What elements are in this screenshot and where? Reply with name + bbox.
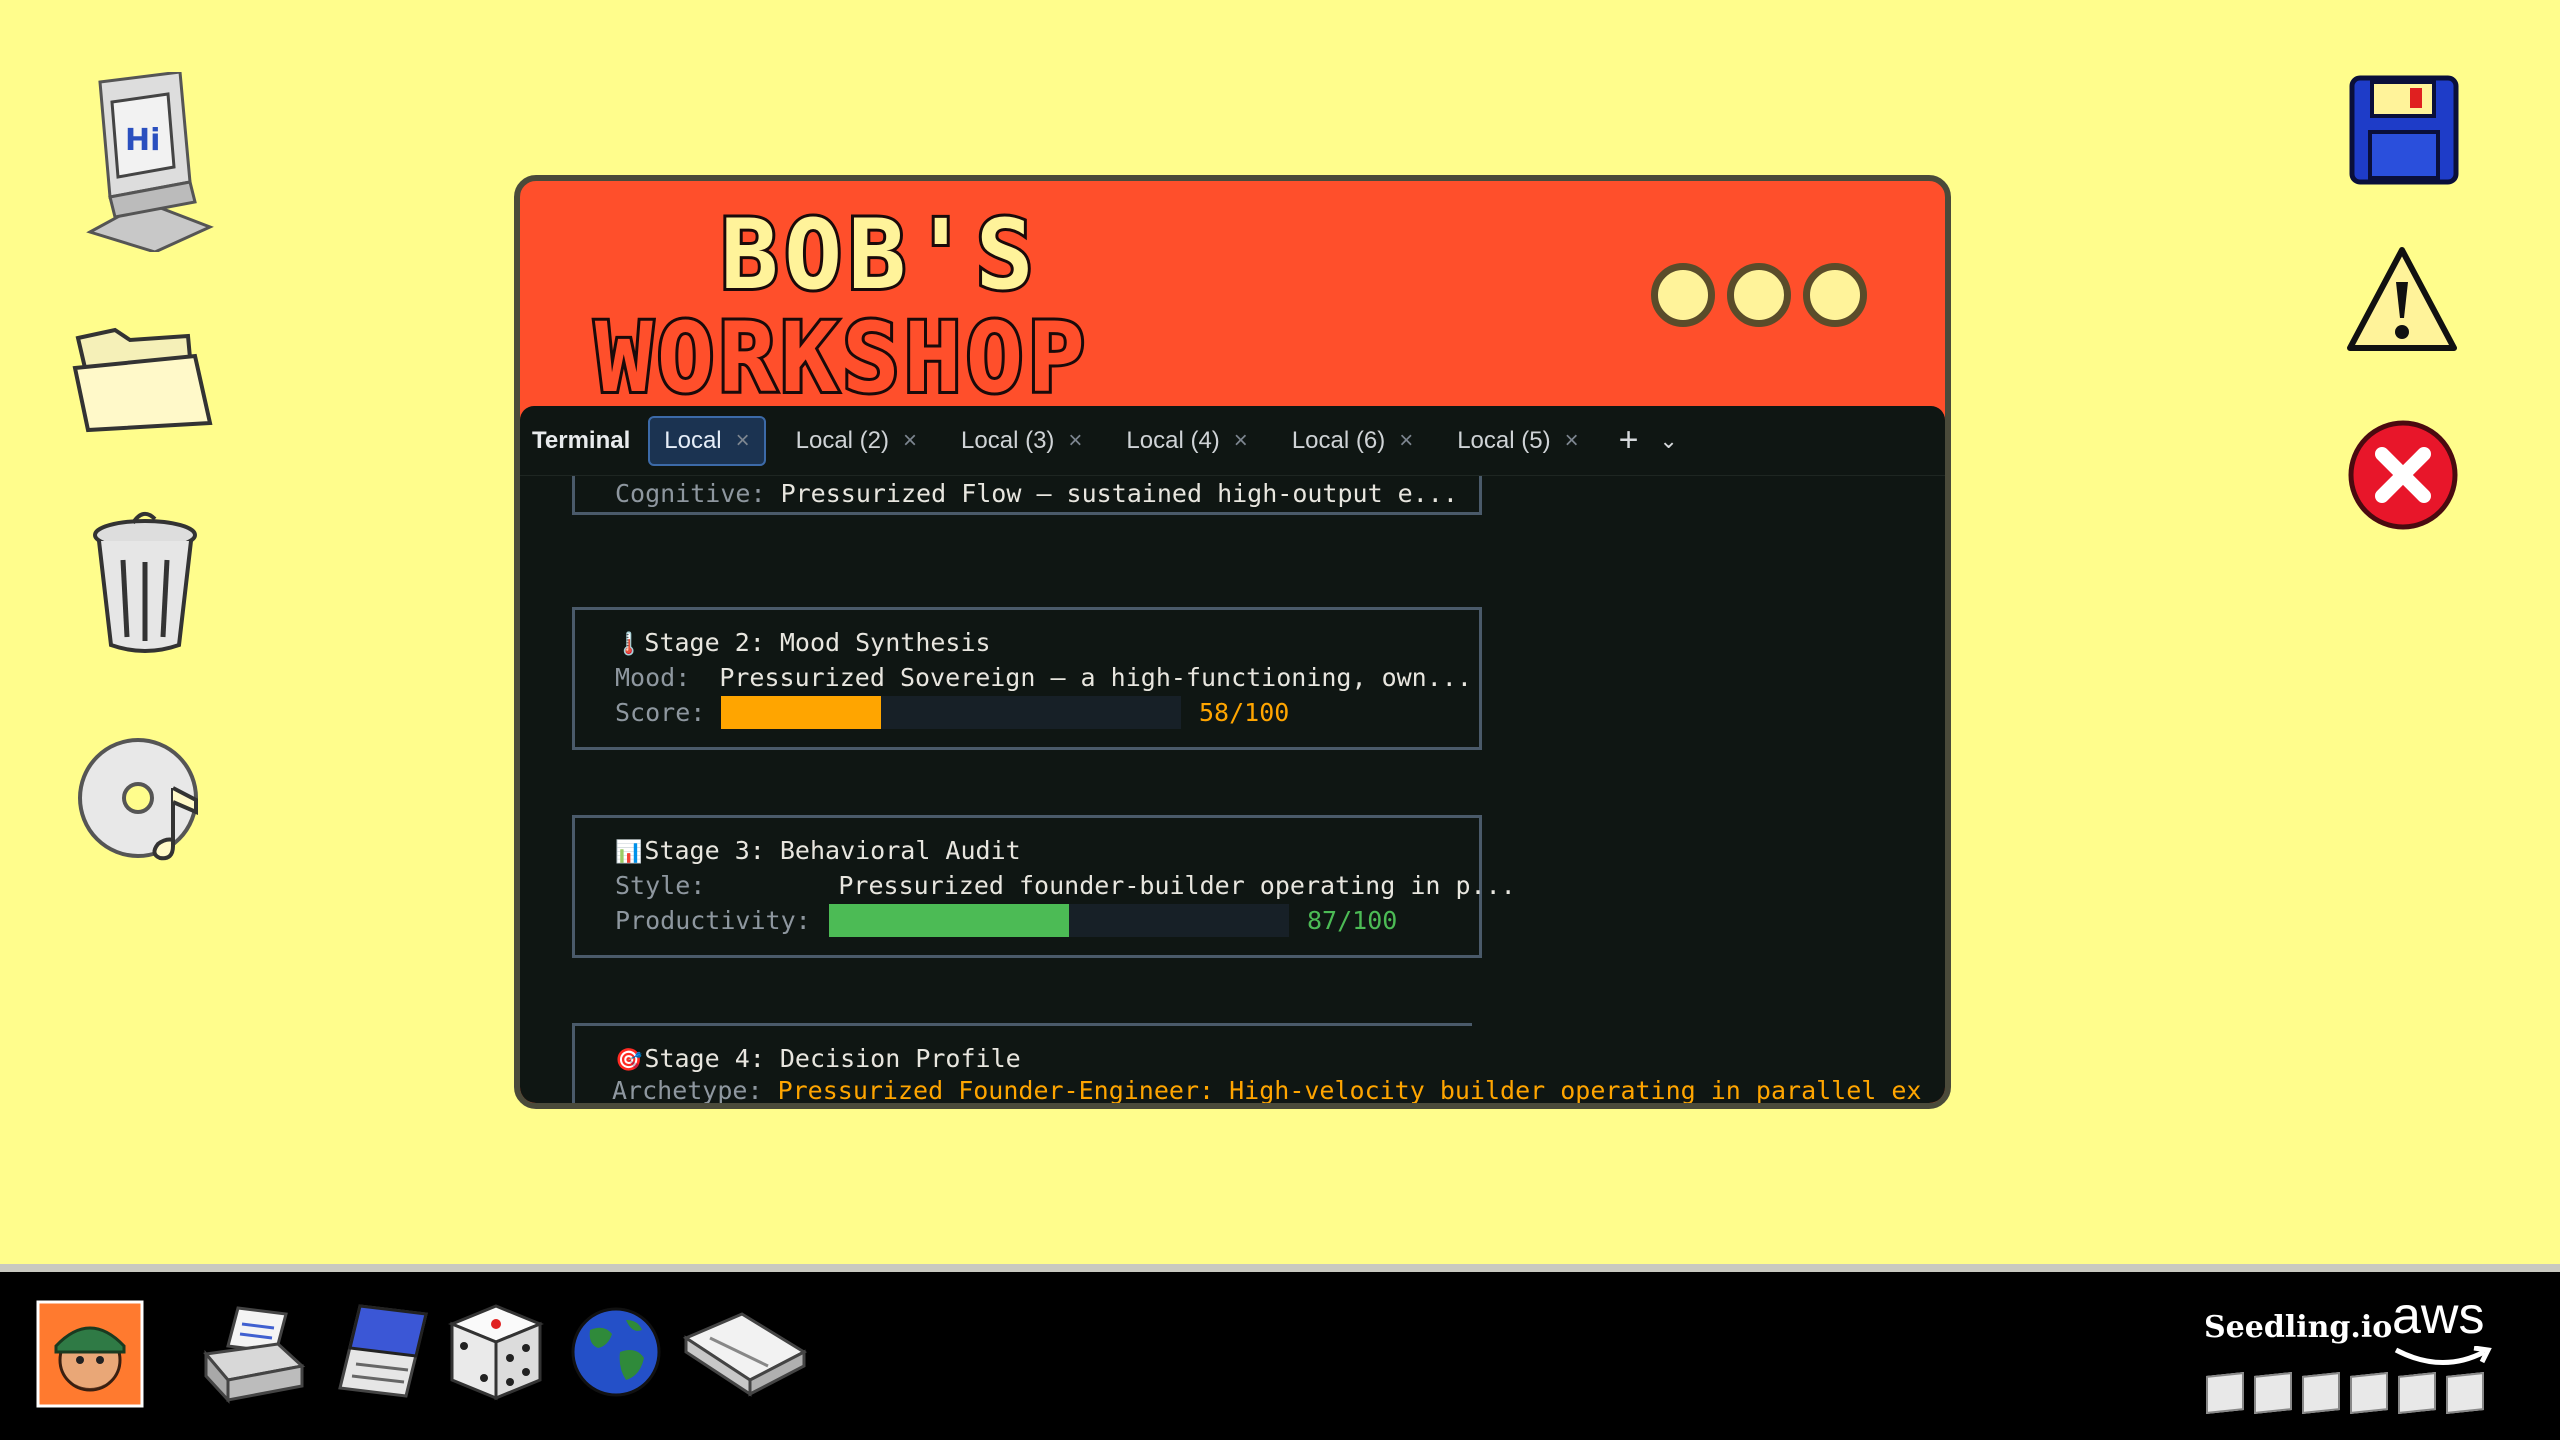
score-bar bbox=[721, 696, 1181, 729]
chevron-down-icon[interactable]: ⌄ bbox=[1649, 421, 1689, 461]
productivity-bar bbox=[829, 904, 1289, 937]
style-label: Style: bbox=[615, 871, 706, 900]
terminal-output: Cognitive: Pressurized Flow — sustained … bbox=[520, 476, 1945, 1105]
stage-3-title: 📊Stage 3: Behavioral Audit bbox=[615, 836, 1021, 865]
aws-logo-text: aws bbox=[2392, 1287, 2485, 1345]
tab-label: Local bbox=[664, 426, 722, 454]
window-controls bbox=[1651, 263, 1867, 327]
tab-label: Local (3) bbox=[961, 426, 1055, 454]
stage-3-title-text: Stage 3: Behavioral Audit bbox=[644, 836, 1021, 865]
window-button-3[interactable] bbox=[1803, 263, 1867, 327]
tab-label: Local (2) bbox=[795, 426, 890, 454]
error-icon[interactable] bbox=[2346, 418, 2460, 532]
cognitive-line: Cognitive: Pressurized Flow — sustained … bbox=[615, 479, 1458, 508]
mood-line: Mood: Pressurized Sovereign — a high-fun… bbox=[615, 663, 1472, 692]
productivity-bar-fill bbox=[829, 904, 1070, 937]
warning-icon[interactable] bbox=[2346, 244, 2458, 356]
stage-2-card: 🌡️Stage 2: Mood Synthesis Mood: Pressuri… bbox=[572, 607, 1482, 750]
document-icon[interactable] bbox=[2398, 1372, 2436, 1414]
tab-local-5[interactable]: Local (5) × bbox=[1443, 416, 1592, 466]
computer-icon[interactable]: Hi bbox=[70, 72, 220, 252]
stage-1-card: Cognitive: Pressurized Flow — sustained … bbox=[572, 476, 1482, 515]
terminal-panel: Terminal Local × Local (2) × Local (3) ×… bbox=[520, 406, 1945, 1105]
close-icon[interactable]: × bbox=[1234, 427, 1248, 455]
archetype-label: Archetype: bbox=[612, 1076, 763, 1105]
cd-music-icon[interactable] bbox=[78, 728, 213, 868]
floppy-disk-icon[interactable] bbox=[2348, 74, 2460, 186]
style-value: Pressurized founder-builder operating in… bbox=[838, 871, 1516, 900]
dice-icon[interactable] bbox=[448, 1302, 544, 1402]
aws-smile-icon bbox=[2394, 1346, 2492, 1365]
target-icon: 🎯 bbox=[615, 1048, 643, 1073]
productivity-value: 87/100 bbox=[1307, 906, 1398, 935]
document-icon[interactable] bbox=[2446, 1372, 2484, 1414]
window-title-line2: WORKSHOP bbox=[595, 302, 1089, 403]
folder-icon[interactable] bbox=[70, 318, 220, 433]
productivity-line: Productivity: bbox=[615, 906, 811, 935]
cognitive-label: Cognitive: bbox=[615, 479, 766, 508]
stage-3-card: 📊Stage 3: Behavioral Audit Style: Pressu… bbox=[572, 815, 1516, 958]
tab-label: Local (6) bbox=[1291, 426, 1386, 454]
cognitive-value: Pressurized Flow — sustained high-output… bbox=[780, 479, 1458, 508]
tab-local-2[interactable]: Local (2) × bbox=[782, 416, 931, 466]
close-icon[interactable]: × bbox=[1399, 427, 1413, 455]
window-title-art: BOB'S WORKSHOP bbox=[592, 196, 1089, 403]
globe-icon[interactable] bbox=[570, 1306, 662, 1398]
stage-2-title: 🌡️Stage 2: Mood Synthesis bbox=[615, 628, 991, 657]
bar-chart-icon: 📊 bbox=[615, 840, 643, 865]
close-icon[interactable]: × bbox=[1565, 427, 1579, 455]
add-tab-button[interactable]: + bbox=[1609, 421, 1649, 461]
close-icon[interactable]: × bbox=[903, 427, 917, 455]
seedling-brand: Seedling.io bbox=[2204, 1310, 2393, 1345]
stage-4-title: 🎯Stage 4: Decision Profile bbox=[615, 1044, 1021, 1073]
window-button-2[interactable] bbox=[1727, 263, 1791, 327]
stage-2-title-text: Stage 2: Mood Synthesis bbox=[644, 628, 991, 657]
stage-4-title-text: Stage 4: Decision Profile bbox=[644, 1044, 1021, 1073]
document-thumbnails bbox=[2206, 1372, 2484, 1414]
notepad-icon[interactable] bbox=[336, 1300, 428, 1404]
terminal-title: Terminal bbox=[532, 426, 631, 454]
trash-icon[interactable] bbox=[85, 505, 205, 655]
printer-icon[interactable] bbox=[198, 1304, 308, 1404]
score-label: Score: bbox=[615, 698, 706, 727]
close-icon[interactable]: × bbox=[1068, 427, 1082, 455]
close-icon[interactable]: × bbox=[736, 427, 750, 455]
document-icon[interactable] bbox=[2254, 1372, 2292, 1414]
score-value: 58/100 bbox=[1199, 698, 1290, 727]
tab-local[interactable]: Local × bbox=[648, 415, 766, 466]
bobs-workshop-window: BOB'S WORKSHOP Terminal Local × Local (2… bbox=[514, 175, 1951, 1109]
tab-local-6[interactable]: Local (6) × bbox=[1278, 416, 1427, 466]
tab-label: Local (5) bbox=[1457, 426, 1551, 454]
scanner-icon[interactable] bbox=[680, 1308, 810, 1398]
aws-logo: aws bbox=[2392, 1286, 2492, 1365]
score-line: Score: bbox=[615, 698, 705, 727]
tab-local-4[interactable]: Local (4) × bbox=[1112, 416, 1261, 466]
bob-avatar-icon[interactable] bbox=[36, 1300, 144, 1408]
taskbar: Seedling.io aws bbox=[0, 1264, 2560, 1440]
terminal-tab-bar: Terminal Local × Local (2) × Local (3) ×… bbox=[520, 406, 1945, 476]
mood-value: Pressurized Sovereign — a high-functioni… bbox=[719, 663, 1472, 692]
tab-label: Local (4) bbox=[1126, 426, 1220, 454]
archetype-value: Pressurized Founder-Engineer: High-veloc… bbox=[777, 1076, 1922, 1105]
thermometer-icon: 🌡️ bbox=[615, 632, 643, 657]
computer-screen-text: Hi bbox=[125, 123, 160, 158]
mood-label: Mood: bbox=[615, 663, 691, 692]
archetype-line: Archetype: Pressurized Founder-Engineer:… bbox=[612, 1076, 1922, 1105]
tab-local-3[interactable]: Local (3) × bbox=[947, 416, 1096, 466]
window-button-1[interactable] bbox=[1651, 263, 1715, 327]
productivity-label: Productivity: bbox=[615, 906, 811, 935]
document-icon[interactable] bbox=[2350, 1372, 2388, 1414]
score-bar-fill bbox=[721, 696, 882, 729]
window-title-line1: BOB'S bbox=[721, 199, 1040, 311]
style-line: Style: Pressurized founder-builder opera… bbox=[615, 871, 1516, 900]
document-icon[interactable] bbox=[2302, 1372, 2340, 1414]
document-icon[interactable] bbox=[2206, 1372, 2244, 1414]
